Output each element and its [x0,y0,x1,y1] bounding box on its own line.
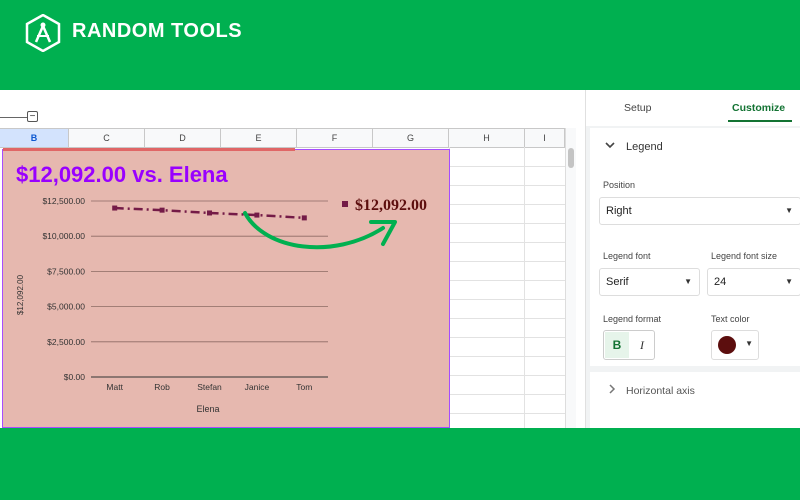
column-headers: B C D E F G H I [0,128,575,148]
horizontal-axis-section[interactable]: Horizontal axis [590,372,800,428]
position-label: Position [603,180,636,190]
chart-editor-panel: Setup Customize Legend Position Right ▼ … [585,90,800,428]
scrollbar-thumb[interactable] [568,148,574,168]
chevron-down-icon[interactable] [604,139,616,151]
legend-font-select[interactable]: Serif ▼ [599,268,700,296]
column-header-f[interactable]: F [297,129,373,147]
sheet-vertical-scrollbar[interactable] [565,128,576,428]
y-tick-label: $12,500.00 [42,196,85,206]
chevron-right-icon[interactable] [606,383,618,395]
legend-label: $12,092.00 [355,197,427,214]
horizontal-axis-title[interactable]: Horizontal axis [626,385,695,397]
active-tab-indicator [728,120,792,122]
x-axis-label: Elena [196,404,219,414]
data-point [301,215,307,221]
column-header-i[interactable]: I [525,129,565,147]
top-banner: RANDOM TOOLS [0,0,800,90]
y-tick-label: $7,500.00 [47,266,85,276]
bottom-banner [0,428,800,500]
italic-button[interactable]: I [631,332,653,358]
column-header-c[interactable]: C [69,129,145,147]
spreadsheet-app: − B C D E F G H I $0.00 $2,500.00 $5,000… [0,90,800,428]
legend-font-size-label: Legend font size [711,251,778,261]
tab-setup[interactable]: Setup [624,102,651,114]
panel-body: Legend Position Right ▼ Legend font Seri… [586,126,800,428]
data-point [112,205,118,211]
data-point [207,210,212,216]
column-header-h[interactable]: H [449,129,525,147]
legend-section: Legend Position Right ▼ Legend font Seri… [590,128,800,366]
legend-font-value: Serif [606,276,629,288]
x-tick-label: Tom [296,382,312,392]
legend-font-size-value: 24 [714,276,727,288]
y-axis-label: $12,092.00 [16,274,25,315]
x-tick-label: Stefan [197,382,222,392]
text-color-picker[interactable]: ▼ [711,330,759,360]
y-tick-label: $2,500.00 [47,337,85,347]
legend-section-title[interactable]: Legend [626,141,663,153]
legend-font-size-select[interactable]: 24 ▼ [707,268,800,296]
x-tick-label: Matt [106,382,123,392]
legend-format-label: Legend format [603,314,662,324]
dropdown-caret-icon: ▼ [785,206,793,215]
column-header-d[interactable]: D [145,129,221,147]
dropdown-caret-icon: ▼ [684,277,692,286]
chart-container[interactable]: $0.00 $2,500.00 $5,000.00 $7,500.00 $10,000.… [2,148,450,428]
data-point [159,207,165,213]
text-color-label: Text color [711,314,750,324]
x-tick-label: Janice [245,382,270,392]
column-header-b[interactable]: B [0,129,69,147]
line-chart: $0.00 $2,500.00 $5,000.00 $7,500.00 $10,000.… [16,162,427,414]
annotation-arrow [243,211,385,250]
chart-title: $12,092.00 vs. Elena [16,162,228,187]
legend-font-label: Legend font [603,251,651,261]
legend-marker [342,201,348,207]
brand-name: RANDOM TOOLS [72,20,243,42]
dropdown-caret-icon: ▼ [745,339,753,348]
y-tick-label: $10,000.00 [42,231,85,241]
y-tick-label: $0.00 [64,372,86,382]
sheet-area: − B C D E F G H I $0.00 $2,500.00 $5,000… [0,90,576,428]
compass-logo-icon [25,14,61,52]
legend-format-group: B I [603,330,655,360]
tab-customize[interactable]: Customize [732,102,785,114]
color-swatch [718,336,736,354]
data-point [254,212,260,218]
position-value: Right [606,205,632,217]
bold-button[interactable]: B [605,332,629,358]
collapse-group-button[interactable]: − [27,111,38,122]
x-tick-label: Rob [154,382,170,392]
y-tick-label: $5,000.00 [47,302,85,312]
column-header-g[interactable]: G [373,129,449,147]
row-group-outline: − [0,108,40,128]
dropdown-caret-icon: ▼ [785,277,793,286]
position-select[interactable]: Right ▼ [599,197,800,225]
column-header-e[interactable]: E [221,129,297,147]
editor-tabs: Setup Customize [586,90,800,126]
